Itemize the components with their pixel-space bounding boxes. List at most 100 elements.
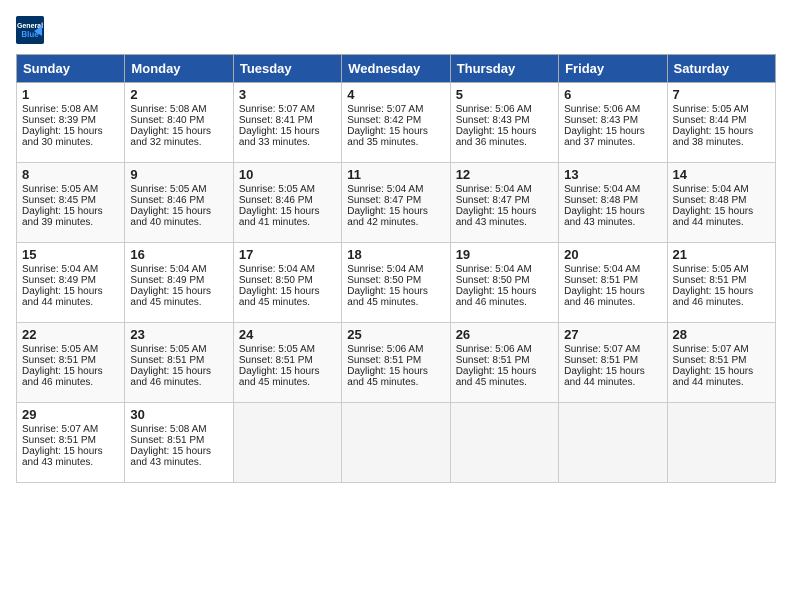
sunset-label: Sunset: 8:51 PM — [456, 355, 530, 366]
daylight-label: Daylight: 15 hours — [130, 286, 211, 297]
sunrise-label: Sunrise: 5:05 AM — [22, 184, 98, 195]
daylight-label: Daylight: 15 hours — [673, 366, 754, 377]
calendar-cell: 17Sunrise: 5:04 AMSunset: 8:50 PMDayligh… — [233, 243, 341, 323]
logo-icon: General Blue — [16, 16, 44, 44]
sunrise-label: Sunrise: 5:06 AM — [347, 344, 423, 355]
daylight-label: Daylight: 15 hours — [456, 286, 537, 297]
daylight-minutes: and 43 minutes. — [564, 217, 635, 228]
calendar-cell: 10Sunrise: 5:05 AMSunset: 8:46 PMDayligh… — [233, 163, 341, 243]
sunrise-label: Sunrise: 5:04 AM — [22, 264, 98, 275]
day-number: 15 — [22, 247, 119, 262]
col-thursday: Thursday — [450, 55, 558, 83]
daylight-label: Daylight: 15 hours — [239, 366, 320, 377]
sunset-label: Sunset: 8:39 PM — [22, 115, 96, 126]
sunset-label: Sunset: 8:40 PM — [130, 115, 204, 126]
day-number: 25 — [347, 327, 444, 342]
sunrise-label: Sunrise: 5:04 AM — [673, 184, 749, 195]
sunset-label: Sunset: 8:51 PM — [564, 355, 638, 366]
daylight-label: Daylight: 15 hours — [22, 206, 103, 217]
day-number: 3 — [239, 87, 336, 102]
daylight-label: Daylight: 15 hours — [564, 286, 645, 297]
sunrise-label: Sunrise: 5:05 AM — [673, 264, 749, 275]
day-number: 2 — [130, 87, 227, 102]
daylight-minutes: and 37 minutes. — [564, 137, 635, 148]
daylight-label: Daylight: 15 hours — [22, 286, 103, 297]
calendar-cell: 29Sunrise: 5:07 AMSunset: 8:51 PMDayligh… — [17, 403, 125, 483]
calendar-row: 1Sunrise: 5:08 AMSunset: 8:39 PMDaylight… — [17, 83, 776, 163]
calendar-cell — [559, 403, 667, 483]
logo: General Blue — [16, 16, 46, 44]
day-number: 8 — [22, 167, 119, 182]
sunrise-label: Sunrise: 5:06 AM — [456, 104, 532, 115]
sunset-label: Sunset: 8:47 PM — [456, 195, 530, 206]
calendar-cell — [667, 403, 775, 483]
daylight-minutes: and 46 minutes. — [22, 377, 93, 388]
calendar-cell: 25Sunrise: 5:06 AMSunset: 8:51 PMDayligh… — [342, 323, 450, 403]
sunrise-label: Sunrise: 5:06 AM — [564, 104, 640, 115]
col-friday: Friday — [559, 55, 667, 83]
daylight-label: Daylight: 15 hours — [673, 126, 754, 137]
daylight-minutes: and 43 minutes. — [456, 217, 527, 228]
sunrise-label: Sunrise: 5:04 AM — [239, 264, 315, 275]
day-number: 11 — [347, 167, 444, 182]
sunset-label: Sunset: 8:50 PM — [456, 275, 530, 286]
day-number: 7 — [673, 87, 770, 102]
daylight-label: Daylight: 15 hours — [130, 126, 211, 137]
sunset-label: Sunset: 8:51 PM — [22, 355, 96, 366]
calendar-cell: 30Sunrise: 5:08 AMSunset: 8:51 PMDayligh… — [125, 403, 233, 483]
daylight-minutes: and 38 minutes. — [673, 137, 744, 148]
sunrise-label: Sunrise: 5:08 AM — [22, 104, 98, 115]
daylight-label: Daylight: 15 hours — [456, 206, 537, 217]
calendar-cell: 4Sunrise: 5:07 AMSunset: 8:42 PMDaylight… — [342, 83, 450, 163]
calendar-cell: 16Sunrise: 5:04 AMSunset: 8:49 PMDayligh… — [125, 243, 233, 323]
daylight-minutes: and 43 minutes. — [22, 457, 93, 468]
sunrise-label: Sunrise: 5:05 AM — [22, 344, 98, 355]
daylight-label: Daylight: 15 hours — [130, 366, 211, 377]
sunrise-label: Sunrise: 5:05 AM — [239, 344, 315, 355]
daylight-label: Daylight: 15 hours — [347, 286, 428, 297]
daylight-minutes: and 45 minutes. — [239, 377, 310, 388]
calendar-cell: 2Sunrise: 5:08 AMSunset: 8:40 PMDaylight… — [125, 83, 233, 163]
sunrise-label: Sunrise: 5:05 AM — [239, 184, 315, 195]
daylight-minutes: and 46 minutes. — [564, 297, 635, 308]
daylight-label: Daylight: 15 hours — [456, 126, 537, 137]
daylight-label: Daylight: 15 hours — [22, 126, 103, 137]
daylight-minutes: and 45 minutes. — [347, 297, 418, 308]
daylight-minutes: and 36 minutes. — [456, 137, 527, 148]
daylight-minutes: and 45 minutes. — [347, 377, 418, 388]
day-number: 28 — [673, 327, 770, 342]
sunset-label: Sunset: 8:46 PM — [239, 195, 313, 206]
sunset-label: Sunset: 8:44 PM — [673, 115, 747, 126]
calendar-cell: 11Sunrise: 5:04 AMSunset: 8:47 PMDayligh… — [342, 163, 450, 243]
sunset-label: Sunset: 8:41 PM — [239, 115, 313, 126]
daylight-label: Daylight: 15 hours — [564, 126, 645, 137]
sunrise-label: Sunrise: 5:05 AM — [130, 344, 206, 355]
calendar-row: 8Sunrise: 5:05 AMSunset: 8:45 PMDaylight… — [17, 163, 776, 243]
daylight-label: Daylight: 15 hours — [130, 446, 211, 457]
daylight-minutes: and 45 minutes. — [239, 297, 310, 308]
calendar-cell — [450, 403, 558, 483]
sunrise-label: Sunrise: 5:07 AM — [239, 104, 315, 115]
sunset-label: Sunset: 8:49 PM — [22, 275, 96, 286]
day-number: 10 — [239, 167, 336, 182]
daylight-minutes: and 33 minutes. — [239, 137, 310, 148]
day-number: 6 — [564, 87, 661, 102]
sunset-label: Sunset: 8:51 PM — [22, 435, 96, 446]
sunset-label: Sunset: 8:45 PM — [22, 195, 96, 206]
calendar-cell: 8 Sunrise: 5:05 AMSunset: 8:45 PMDaylight… — [17, 163, 125, 243]
daylight-label: Daylight: 15 hours — [239, 286, 320, 297]
sunset-label: Sunset: 8:50 PM — [239, 275, 313, 286]
sunset-label: Sunset: 8:51 PM — [130, 435, 204, 446]
sunset-label: Sunset: 8:51 PM — [564, 275, 638, 286]
sunrise-label: Sunrise: 5:07 AM — [347, 104, 423, 115]
calendar-cell: 9Sunrise: 5:05 AMSunset: 8:46 PMDaylight… — [125, 163, 233, 243]
day-number: 12 — [456, 167, 553, 182]
sunset-label: Sunset: 8:49 PM — [130, 275, 204, 286]
sunrise-label: Sunrise: 5:04 AM — [564, 264, 640, 275]
calendar-cell: 18Sunrise: 5:04 AMSunset: 8:50 PMDayligh… — [342, 243, 450, 323]
daylight-minutes: and 39 minutes. — [22, 217, 93, 228]
calendar-cell: 6Sunrise: 5:06 AMSunset: 8:43 PMDaylight… — [559, 83, 667, 163]
sunset-label: Sunset: 8:51 PM — [130, 355, 204, 366]
sunrise-label: Sunrise: 5:07 AM — [22, 424, 98, 435]
sunset-label: Sunset: 8:46 PM — [130, 195, 204, 206]
